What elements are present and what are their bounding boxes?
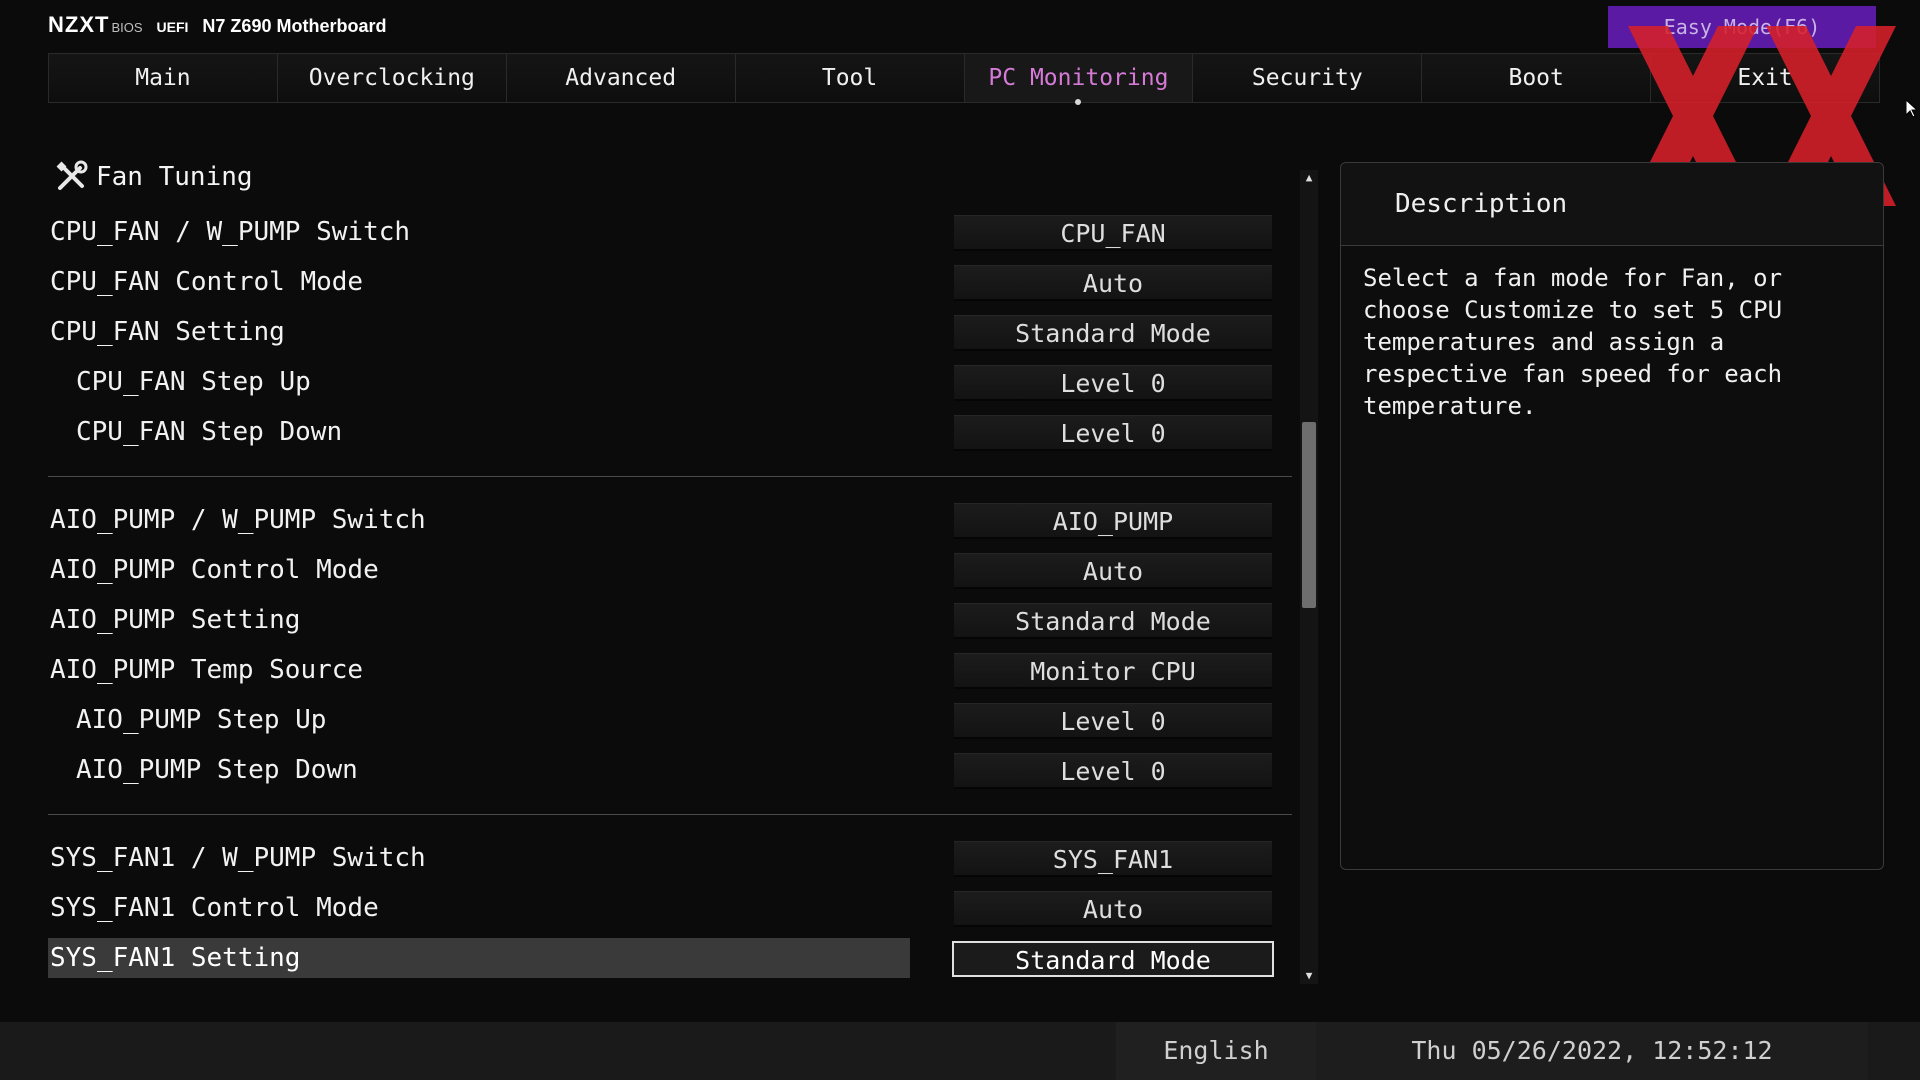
setting-row[interactable]: SYS_FAN1 Control Mode Auto: [48, 888, 1292, 928]
scrollbar[interactable]: ▲ ▼: [1300, 170, 1318, 984]
section-title-label: Fan Tuning: [96, 162, 253, 192]
tab-tool[interactable]: Tool: [735, 54, 965, 102]
setting-row[interactable]: CPU_FAN Setting Standard Mode: [48, 312, 1292, 352]
setting-value-button[interactable]: Level 0: [954, 415, 1272, 451]
group-divider: [48, 476, 1292, 477]
description-title: Description: [1341, 163, 1883, 246]
setting-row[interactable]: CPU_FAN / W_PUMP Switch CPU_FAN: [48, 212, 1292, 252]
setting-label: CPU_FAN Step Up: [76, 367, 311, 397]
setting-label: CPU_FAN Setting: [50, 317, 285, 347]
mouse-cursor-icon: [1906, 100, 1918, 118]
tab-overclocking[interactable]: Overclocking: [277, 54, 507, 102]
setting-value-button[interactable]: CPU_FAN: [954, 215, 1272, 251]
setting-label: AIO_PUMP Temp Source: [50, 655, 364, 685]
main-tabs: Main Overclocking Advanced Tool PC Monit…: [48, 53, 1880, 105]
tab-main[interactable]: Main: [49, 54, 278, 102]
tab-boot[interactable]: Boot: [1422, 54, 1652, 102]
section-title: Fan Tuning: [54, 160, 253, 194]
setting-row[interactable]: CPU_FAN Control Mode Auto: [48, 262, 1292, 302]
footer-bar: English Thu 05/26/2022, 12:52:12: [0, 1022, 1920, 1080]
bios-screen: NZXT BIOS UEFI N7 Z690 Motherboard Easy …: [0, 0, 1920, 1080]
setting-label: CPU_FAN / W_PUMP Switch: [50, 217, 411, 247]
tab-pc-monitoring[interactable]: PC Monitoring: [964, 54, 1194, 105]
setting-row[interactable]: AIO_PUMP Step Up Level 0: [48, 700, 1292, 740]
setting-label: SYS_FAN1 Control Mode: [50, 893, 379, 923]
setting-row[interactable]: AIO_PUMP Temp Source Monitor CPU: [48, 650, 1292, 690]
setting-row[interactable]: AIO_PUMP Setting Standard Mode: [48, 600, 1292, 640]
setting-row-selected[interactable]: SYS_FAN1 Setting Standard Mode: [48, 938, 1292, 978]
brand-uefi-label: UEFI: [156, 19, 189, 35]
setting-value-button[interactable]: Level 0: [954, 703, 1272, 739]
setting-label: AIO_PUMP Step Up: [76, 705, 327, 735]
setting-label: CPU_FAN Control Mode: [50, 267, 364, 297]
setting-row[interactable]: CPU_FAN Step Down Level 0: [48, 412, 1292, 452]
motherboard-model: N7 Z690 Motherboard: [202, 16, 387, 36]
description-panel: Description Select a fan mode for Fan, o…: [1340, 162, 1884, 870]
setting-label: AIO_PUMP Step Down: [76, 755, 358, 785]
tab-exit[interactable]: Exit: [1651, 54, 1879, 102]
brand-bios-label: BIOS: [111, 20, 143, 35]
setting-value-button[interactable]: Auto: [954, 265, 1272, 301]
setting-row[interactable]: CPU_FAN Step Up Level 0: [48, 362, 1292, 402]
setting-value-button[interactable]: Auto: [954, 553, 1272, 589]
description-text: Select a fan mode for Fan, or choose Cus…: [1363, 264, 1783, 420]
setting-value-button[interactable]: Level 0: [954, 365, 1272, 401]
language-selector[interactable]: English: [1116, 1022, 1316, 1080]
setting-label: SYS_FAN1 / W_PUMP Switch: [50, 843, 426, 873]
setting-row[interactable]: AIO_PUMP / W_PUMP Switch AIO_PUMP: [48, 500, 1292, 540]
setting-value-button[interactable]: Level 0: [954, 753, 1272, 789]
brand-logo: NZXT: [48, 12, 110, 37]
setting-value-button[interactable]: Standard Mode: [954, 603, 1272, 639]
brand-header: NZXT BIOS UEFI N7 Z690 Motherboard: [48, 12, 386, 44]
setting-value-button[interactable]: AIO_PUMP: [954, 503, 1272, 539]
setting-row[interactable]: AIO_PUMP Control Mode Auto: [48, 550, 1292, 590]
setting-row[interactable]: AIO_PUMP Step Down Level 0: [48, 750, 1292, 790]
scroll-up-arrow-icon[interactable]: ▲: [1300, 170, 1318, 186]
setting-label: AIO_PUMP / W_PUMP Switch: [50, 505, 426, 535]
group-divider: [48, 814, 1292, 815]
scroll-down-arrow-icon[interactable]: ▼: [1300, 968, 1318, 984]
setting-value-button[interactable]: Monitor CPU: [954, 653, 1272, 689]
scrollbar-thumb[interactable]: [1302, 422, 1316, 608]
setting-value-button[interactable]: Standard Mode: [954, 315, 1272, 351]
setting-row[interactable]: SYS_FAN1 / W_PUMP Switch SYS_FAN1: [48, 838, 1292, 878]
setting-label: AIO_PUMP Control Mode: [50, 555, 379, 585]
setting-label: CPU_FAN Step Down: [76, 417, 343, 447]
setting-value-button[interactable]: SYS_FAN1: [954, 841, 1272, 877]
tab-security[interactable]: Security: [1193, 54, 1423, 102]
setting-value-button[interactable]: Auto: [954, 891, 1272, 927]
setting-value-button[interactable]: Standard Mode: [952, 941, 1274, 977]
date-time: Thu 05/26/2022, 12:52:12: [1316, 1022, 1868, 1080]
tab-advanced[interactable]: Advanced: [506, 54, 736, 102]
setting-label: AIO_PUMP Setting: [50, 605, 301, 635]
easy-mode-button[interactable]: Easy Mode(F6): [1608, 6, 1876, 48]
wrench-screwdriver-icon: [56, 160, 88, 190]
setting-label: SYS_FAN1 Setting: [48, 938, 910, 978]
